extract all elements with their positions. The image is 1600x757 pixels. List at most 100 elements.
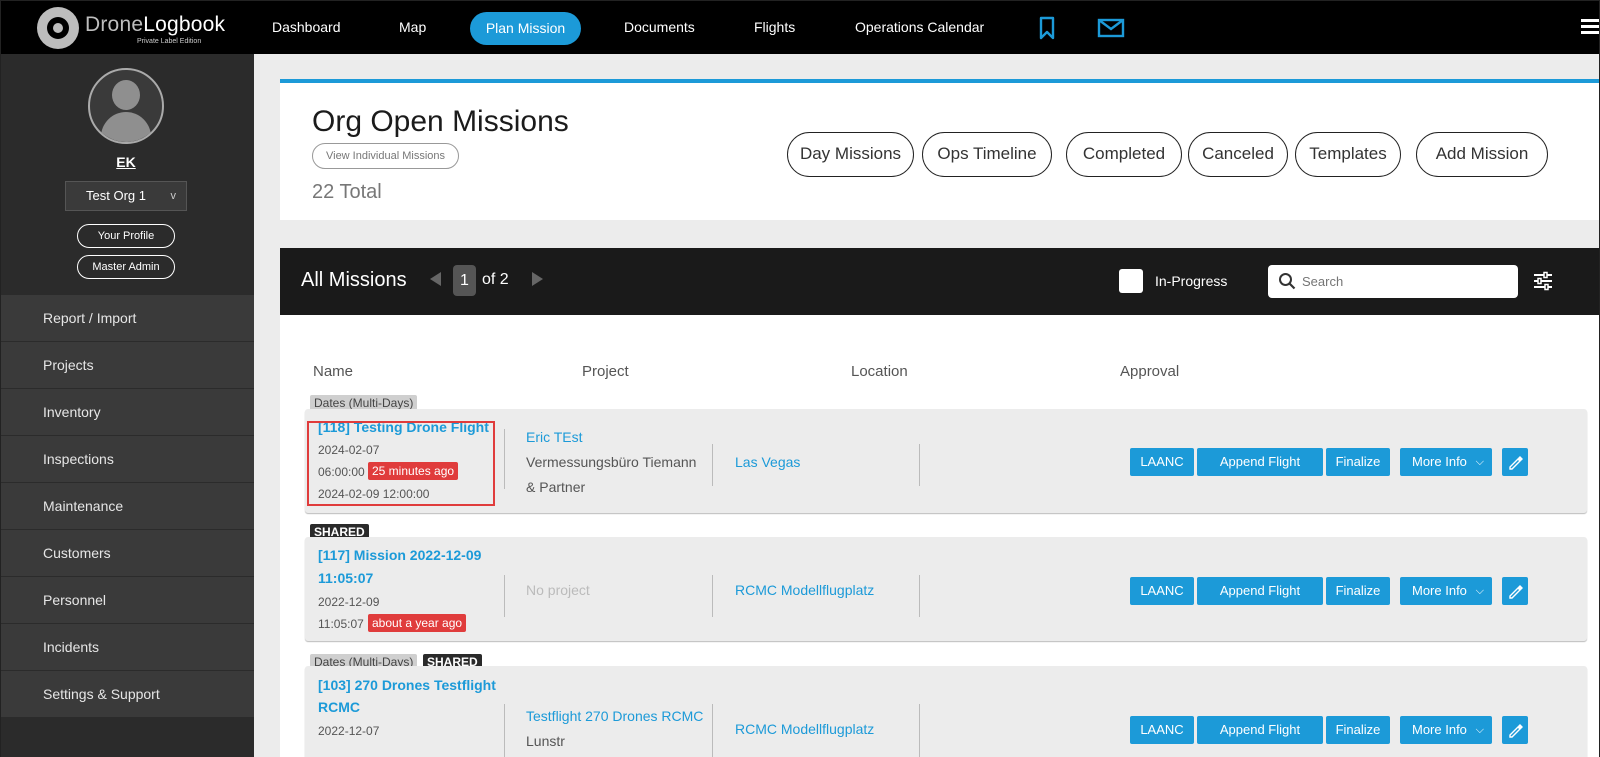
- search-icon: [1279, 273, 1296, 290]
- no-project-text: No project: [526, 582, 590, 598]
- day-missions-button[interactable]: Day Missions: [787, 132, 914, 177]
- append-flight-button[interactable]: Append Flight: [1197, 716, 1323, 744]
- column-header-name[interactable]: Name: [313, 363, 353, 380]
- append-flight-button[interactable]: Append Flight: [1197, 577, 1323, 605]
- mission-name-link[interactable]: [103] 270 Drones Testflight: [318, 674, 496, 697]
- prev-page-icon[interactable]: [430, 272, 441, 286]
- table-row[interactable]: [103] 270 Drones Testflight RCMC 2022-12…: [305, 666, 1587, 757]
- add-mission-button[interactable]: Add Mission: [1416, 132, 1548, 177]
- chevron-down-icon: v: [170, 190, 177, 202]
- mission-name-link[interactable]: 11:05:07: [318, 567, 373, 590]
- mission-name-link[interactable]: RCMC: [318, 696, 360, 719]
- in-progress-checkbox[interactable]: [1119, 269, 1143, 293]
- edit-mission-button[interactable]: [1502, 448, 1528, 476]
- canceled-button[interactable]: Canceled: [1188, 132, 1288, 177]
- org-select-value: Test Org 1: [86, 188, 146, 203]
- edit-mission-button[interactable]: [1502, 716, 1528, 744]
- pencil-icon: [1509, 456, 1523, 470]
- missions-list-toolbar: All Missions 1 of 2 In-Progress: [280, 248, 1599, 315]
- app-logo[interactable]: DroneLogbook Private Label Edition: [37, 7, 237, 49]
- laanc-button[interactable]: LAANC: [1130, 577, 1194, 605]
- column-header-project[interactable]: Project: [582, 363, 629, 380]
- completed-button[interactable]: Completed: [1066, 132, 1182, 177]
- page-count: of 2: [482, 271, 509, 288]
- nav-flights[interactable]: Flights: [754, 1, 795, 54]
- sidebar-item-incidents[interactable]: Incidents: [1, 624, 254, 671]
- mission-name-link[interactable]: [117] Mission 2022-12-09: [318, 544, 481, 567]
- time-ago-badge: about a year ago: [368, 614, 467, 632]
- nav-dashboard[interactable]: Dashboard: [272, 1, 341, 54]
- next-page-icon[interactable]: [532, 272, 543, 286]
- location-link[interactable]: RCMC Modellflugplatz: [735, 582, 874, 598]
- table-row[interactable]: [118] Testing Drone Flight 2024-02-07 06…: [305, 409, 1587, 513]
- more-info-dropdown[interactable]: More Info ⌵: [1400, 448, 1492, 476]
- sidebar-item-maintenance[interactable]: Maintenance: [1, 483, 254, 530]
- master-admin-button[interactable]: Master Admin: [77, 255, 175, 279]
- laanc-button[interactable]: LAANC: [1130, 716, 1194, 744]
- sidebar-item-settings-support[interactable]: Settings & Support: [1, 671, 254, 718]
- mission-start-date: 2022-12-07: [318, 724, 380, 738]
- missions-table: Name Project Location Approval Dates (Mu…: [280, 315, 1599, 757]
- top-navbar: DroneLogbook Private Label Edition Dashb…: [1, 1, 1599, 54]
- sidebar-item-report-import[interactable]: Report / Import: [1, 295, 254, 342]
- page-title: Org Open Missions: [312, 105, 569, 138]
- finalize-button[interactable]: Finalize: [1326, 716, 1390, 744]
- org-select[interactable]: Test Org 1 v: [65, 181, 187, 211]
- nav-plan-mission[interactable]: Plan Mission: [470, 12, 581, 45]
- more-info-dropdown[interactable]: More Info ⌵: [1400, 716, 1492, 744]
- templates-button[interactable]: Templates: [1295, 132, 1401, 177]
- user-name[interactable]: EK: [1, 154, 251, 170]
- more-info-dropdown[interactable]: More Info ⌵: [1400, 577, 1492, 605]
- filter-settings-icon[interactable]: [1533, 271, 1553, 291]
- column-header-location[interactable]: Location: [851, 363, 908, 380]
- nav-map[interactable]: Map: [399, 1, 426, 54]
- project-customer-line: Lunstr: [526, 733, 565, 749]
- main-content: Org Open Missions View Individual Missio…: [254, 54, 1599, 757]
- edit-mission-button[interactable]: [1502, 577, 1528, 605]
- ops-timeline-button[interactable]: Ops Timeline: [922, 132, 1052, 177]
- sidebar: EK Test Org 1 v Your Profile Master Admi…: [1, 54, 254, 757]
- laanc-button[interactable]: LAANC: [1130, 448, 1194, 476]
- search-box: [1268, 265, 1518, 298]
- sidebar-item-inventory[interactable]: Inventory: [1, 389, 254, 436]
- project-customer-line: Vermessungsbüro Tiemann: [526, 454, 697, 470]
- more-info-label: More Info: [1412, 722, 1467, 737]
- menu-hamburger-icon[interactable]: [1581, 19, 1599, 35]
- table-row[interactable]: [117] Mission 2022-12-09 11:05:07 2022-1…: [305, 537, 1587, 641]
- profile-panel: EK Test Org 1 v Your Profile Master Admi…: [1, 54, 254, 295]
- bookmark-icon[interactable]: [1035, 16, 1059, 40]
- chevron-down-icon: ⌵: [1475, 724, 1484, 736]
- more-info-label: More Info: [1412, 583, 1467, 598]
- nav-operations-calendar[interactable]: Operations Calendar: [855, 1, 984, 54]
- logo-text: DroneLogbook: [85, 13, 225, 37]
- chevron-down-icon: ⌵: [1475, 585, 1484, 597]
- more-info-label: More Info: [1412, 454, 1467, 469]
- avatar[interactable]: [88, 68, 164, 144]
- project-customer-line: & Partner: [526, 479, 586, 495]
- view-individual-missions-button[interactable]: View Individual Missions: [312, 143, 459, 169]
- total-count: 22 Total: [312, 181, 382, 203]
- logo-text-b: Logbook: [143, 13, 226, 36]
- sidebar-item-personnel[interactable]: Personnel: [1, 577, 254, 624]
- logo-subtitle: Private Label Edition: [137, 38, 202, 45]
- project-link[interactable]: Eric TEst: [526, 429, 583, 445]
- column-header-approval[interactable]: Approval: [1120, 363, 1179, 380]
- mail-icon[interactable]: [1097, 16, 1125, 40]
- selection-highlight-box: [307, 421, 495, 506]
- nav-documents[interactable]: Documents: [624, 1, 695, 54]
- mission-start-time: 11:05:07: [318, 617, 364, 631]
- append-flight-button[interactable]: Append Flight: [1197, 448, 1323, 476]
- list-title: All Missions: [301, 269, 407, 291]
- in-progress-label: In-Progress: [1155, 273, 1228, 289]
- sidebar-item-inspections[interactable]: Inspections: [1, 436, 254, 483]
- location-link[interactable]: RCMC Modellflugplatz: [735, 721, 874, 737]
- sidebar-item-customers[interactable]: Customers: [1, 530, 254, 577]
- your-profile-button[interactable]: Your Profile: [77, 224, 175, 248]
- sidebar-item-projects[interactable]: Projects: [1, 342, 254, 389]
- finalize-button[interactable]: Finalize: [1326, 448, 1390, 476]
- search-input[interactable]: [1302, 265, 1512, 298]
- current-page[interactable]: 1: [453, 265, 476, 296]
- location-link[interactable]: Las Vegas: [735, 454, 800, 470]
- project-link[interactable]: Testflight 270 Drones RCMC: [526, 708, 703, 724]
- finalize-button[interactable]: Finalize: [1326, 577, 1390, 605]
